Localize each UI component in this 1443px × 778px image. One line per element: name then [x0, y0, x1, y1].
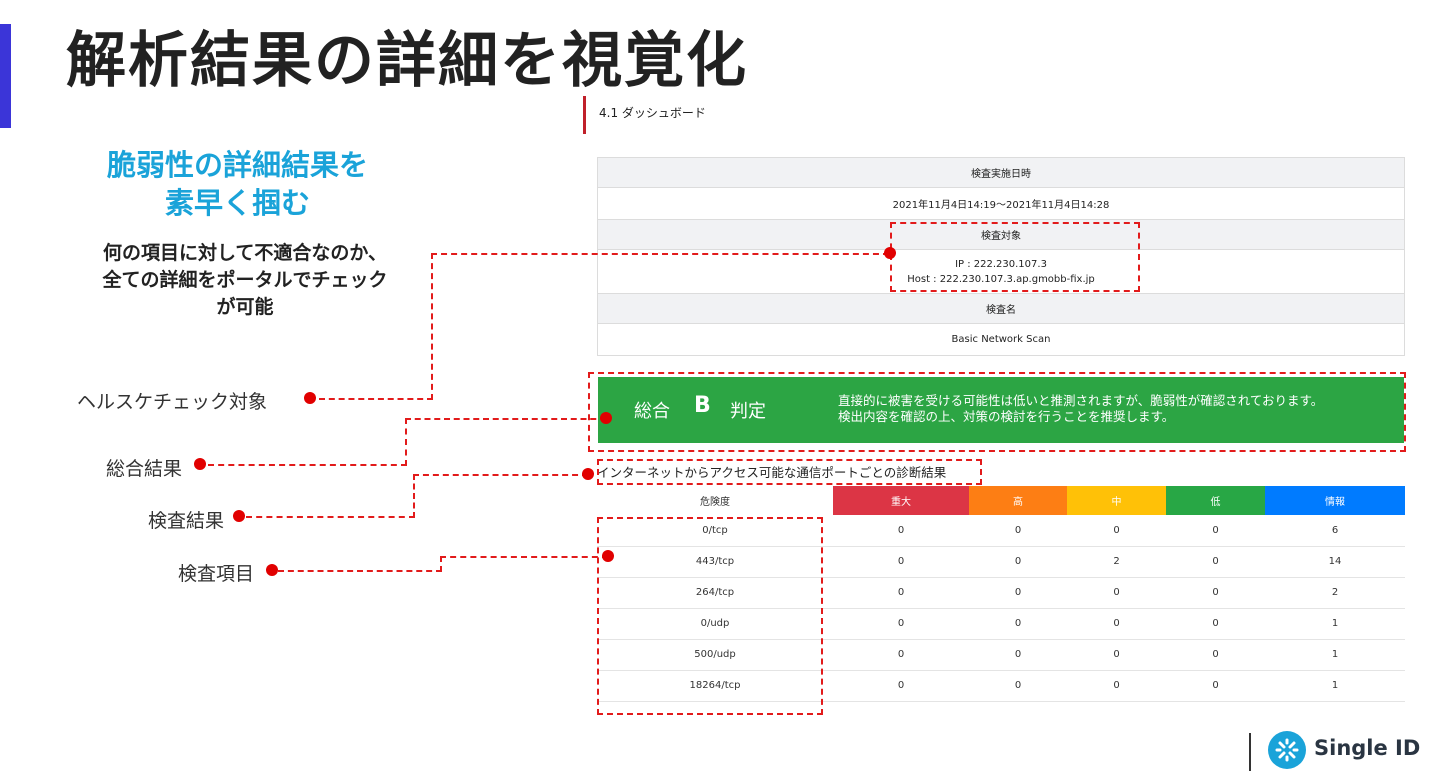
count-cell: 0: [1166, 546, 1265, 578]
connector-line: [278, 570, 442, 572]
target-highlight-box: [890, 222, 1140, 292]
severity-column-header: 情報: [1265, 486, 1405, 515]
count-cell: 2: [1265, 577, 1405, 609]
count-cell: 0: [1166, 608, 1265, 640]
logo-divider: [1249, 733, 1251, 771]
count-cell: 0: [1166, 639, 1265, 671]
count-cell: 0: [833, 546, 969, 578]
callout-health-check-target: ヘルスケチェック対象: [77, 391, 268, 413]
brand-name: Single ID: [1314, 736, 1421, 760]
overall-highlight-box: [588, 372, 1406, 452]
connector-line: [440, 556, 608, 558]
count-cell: 6: [1265, 515, 1405, 547]
count-cell: 2: [1067, 546, 1166, 578]
callout-check-items: 検査項目: [178, 563, 255, 585]
dashboard-section-title: 4.1 ダッシュボード: [583, 96, 706, 134]
severity-column-header: 高: [969, 486, 1067, 515]
scan-name-header: 検査名: [597, 293, 1405, 324]
marker-dot: [884, 247, 896, 259]
connector-line: [440, 556, 442, 572]
count-cell: 0: [969, 546, 1067, 578]
severity-column-header: 低: [1166, 486, 1265, 515]
count-cell: 0: [833, 639, 969, 671]
marker-dot: [304, 392, 316, 404]
description: 何の項目に対して不適合なのか、 全ての詳細をポータルでチェック が可能: [60, 240, 430, 321]
count-cell: 0: [1067, 577, 1166, 609]
marker-dot: [582, 468, 594, 480]
severity-header: 危険度: [597, 486, 833, 515]
headline: 脆弱性の詳細結果を 素早く掴む: [60, 146, 415, 222]
scan-name-value: Basic Network Scan: [597, 323, 1405, 356]
count-cell: 0: [1067, 608, 1166, 640]
count-cell: 1: [1265, 670, 1405, 702]
count-cell: 0: [833, 608, 969, 640]
single-id-logo-icon: [1268, 731, 1306, 769]
count-cell: 1: [1265, 608, 1405, 640]
severity-column-header: 中: [1067, 486, 1166, 515]
count-cell: 0: [969, 515, 1067, 547]
count-cell: 0: [833, 577, 969, 609]
count-cell: 0: [1067, 515, 1166, 547]
count-cell: 0: [1067, 639, 1166, 671]
count-cell: 0: [1166, 670, 1265, 702]
callout-overall-result: 総合結果: [106, 458, 183, 480]
marker-dot: [602, 550, 614, 562]
connector-line: [413, 474, 588, 476]
date-value: 2021年11月4日14:19～2021年11月4日14:28: [597, 187, 1405, 220]
check-items-highlight-box: [597, 517, 823, 715]
count-cell: 14: [1265, 546, 1405, 578]
connector-line: [246, 516, 415, 518]
connector-line: [413, 474, 415, 518]
severity-column-header: 重大: [833, 486, 969, 515]
count-cell: 0: [1166, 515, 1265, 547]
accent-bar: [0, 24, 11, 128]
callout-check-result: 検査結果: [148, 510, 225, 532]
count-cell: 0: [969, 639, 1067, 671]
marker-dot: [233, 510, 245, 522]
slide-title: 解析結果の詳細を視覚化: [66, 26, 748, 96]
count-cell: 0: [833, 670, 969, 702]
count-cell: 0: [969, 670, 1067, 702]
connector-line: [208, 464, 407, 466]
headline-line-1: 脆弱性の詳細結果を: [106, 148, 368, 182]
description-line-2: 全ての詳細をポータルでチェック: [102, 269, 388, 291]
ports-heading-highlight-box: [597, 459, 982, 485]
connector-line: [431, 253, 889, 255]
date-header: 検査実施日時: [597, 157, 1405, 188]
connector-line: [405, 418, 407, 466]
connector-line: [431, 253, 433, 400]
count-cell: 0: [1166, 577, 1265, 609]
count-cell: 0: [1067, 670, 1166, 702]
marker-dot: [600, 412, 612, 424]
description-line-1: 何の項目に対して不適合なのか、: [102, 242, 388, 264]
connector-line: [319, 398, 433, 400]
headline-line-2: 素早く掴む: [164, 186, 310, 220]
marker-dot: [266, 564, 278, 576]
count-cell: 1: [1265, 639, 1405, 671]
count-cell: 0: [969, 577, 1067, 609]
count-cell: 0: [969, 608, 1067, 640]
connector-line: [405, 418, 606, 420]
marker-dot: [194, 458, 206, 470]
count-cell: 0: [833, 515, 969, 547]
description-line-3: が可能: [216, 296, 274, 318]
